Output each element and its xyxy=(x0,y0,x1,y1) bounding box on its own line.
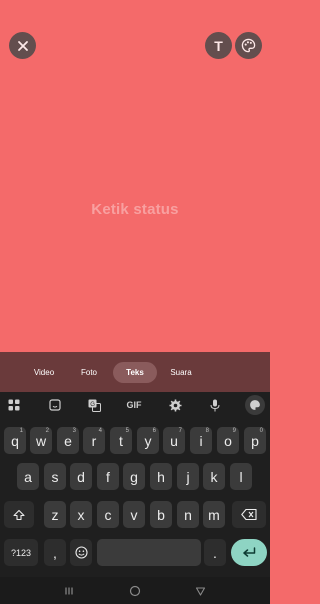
key-l[interactable]: l xyxy=(230,463,252,490)
home-icon[interactable] xyxy=(128,584,142,598)
mode-selector: Video Foto Teks Suara xyxy=(0,352,270,392)
keyboard: G GIF q1 w2 e3 r4 t5 y6 u7 i8 o9 p0 a s … xyxy=(0,392,270,577)
sticker-icon[interactable] xyxy=(48,398,62,412)
key-i[interactable]: i8 xyxy=(190,427,212,454)
enter-key[interactable] xyxy=(231,539,267,566)
text-style-button[interactable]: T xyxy=(205,32,232,59)
key-g[interactable]: g xyxy=(123,463,145,490)
shift-icon xyxy=(13,509,25,520)
key-y[interactable]: y6 xyxy=(137,427,159,454)
close-button[interactable] xyxy=(9,32,36,59)
key-f[interactable]: f xyxy=(97,463,119,490)
background-color-button[interactable] xyxy=(235,32,262,59)
recent-apps-icon[interactable] xyxy=(62,584,76,598)
tab-foto[interactable]: Foto xyxy=(74,362,104,383)
key-a[interactable]: a xyxy=(17,463,39,490)
shift-key[interactable] xyxy=(4,501,34,528)
emoji-key[interactable] xyxy=(70,539,92,566)
key-label: w xyxy=(35,432,47,449)
settings-gear-icon[interactable] xyxy=(168,398,182,412)
symbols-key[interactable]: ?123 xyxy=(4,539,38,566)
backspace-key[interactable] xyxy=(232,501,266,528)
key-label: e xyxy=(64,432,72,449)
key-hint: 2 xyxy=(45,428,49,434)
key-hint: 3 xyxy=(72,428,76,434)
key-r[interactable]: r4 xyxy=(83,427,105,454)
key-o[interactable]: o9 xyxy=(217,427,239,454)
key-q[interactable]: q1 xyxy=(4,427,26,454)
key-label: i xyxy=(199,432,203,449)
microphone-icon[interactable] xyxy=(208,398,222,412)
gif-button[interactable]: GIF xyxy=(124,398,144,412)
keyboard-toolbar: G GIF xyxy=(0,392,270,420)
key-h[interactable]: h xyxy=(150,463,172,490)
key-hint: 0 xyxy=(259,428,263,434)
text-style-label: T xyxy=(214,37,223,54)
key-k[interactable]: k xyxy=(203,463,225,490)
key-hint: 4 xyxy=(98,428,102,434)
emoji-icon xyxy=(74,546,88,559)
keyboard-theme-palette-icon[interactable] xyxy=(245,395,265,415)
translate-icon[interactable]: G xyxy=(87,398,101,412)
tab-teks[interactable]: Teks xyxy=(113,362,157,383)
key-b[interactable]: b xyxy=(150,501,172,528)
comma-key[interactable]: , xyxy=(44,539,66,566)
key-hint: 5 xyxy=(125,428,129,434)
key-hint: 6 xyxy=(152,428,156,434)
key-x[interactable]: x xyxy=(70,501,92,528)
key-c[interactable]: c xyxy=(97,501,119,528)
svg-text:G: G xyxy=(90,402,95,408)
backspace-icon xyxy=(241,509,257,520)
period-key[interactable]: . xyxy=(204,539,226,566)
key-w[interactable]: w2 xyxy=(30,427,52,454)
key-p[interactable]: p0 xyxy=(244,427,266,454)
palette-icon xyxy=(241,38,256,53)
key-hint: 9 xyxy=(232,428,236,434)
key-label: q xyxy=(11,432,19,449)
apps-grid-icon[interactable] xyxy=(7,398,21,412)
key-hint: 8 xyxy=(205,428,209,434)
system-navigation-bar xyxy=(0,577,270,604)
key-s[interactable]: s xyxy=(44,463,66,490)
key-m[interactable]: m xyxy=(203,501,225,528)
key-label: t xyxy=(119,432,123,449)
key-j[interactable]: j xyxy=(177,463,199,490)
key-t[interactable]: t5 xyxy=(110,427,132,454)
enter-icon xyxy=(243,547,256,557)
key-e[interactable]: e3 xyxy=(57,427,79,454)
space-key[interactable] xyxy=(97,539,201,566)
key-label: r xyxy=(91,432,97,449)
key-hint: 7 xyxy=(178,428,182,434)
key-d[interactable]: d xyxy=(70,463,92,490)
close-icon xyxy=(17,40,28,51)
key-label: u xyxy=(170,432,178,449)
status-text-placeholder[interactable]: Ketik status xyxy=(0,201,270,218)
key-v[interactable]: v xyxy=(123,501,145,528)
key-label: o xyxy=(224,432,232,449)
key-label: p xyxy=(251,432,259,449)
key-u[interactable]: u7 xyxy=(163,427,185,454)
key-label: y xyxy=(144,432,152,449)
tab-video[interactable]: Video xyxy=(29,362,59,383)
back-icon[interactable] xyxy=(193,584,207,598)
key-n[interactable]: n xyxy=(177,501,199,528)
key-z[interactable]: z xyxy=(44,501,66,528)
key-hint: 1 xyxy=(19,428,23,434)
tab-suara[interactable]: Suara xyxy=(164,362,198,383)
